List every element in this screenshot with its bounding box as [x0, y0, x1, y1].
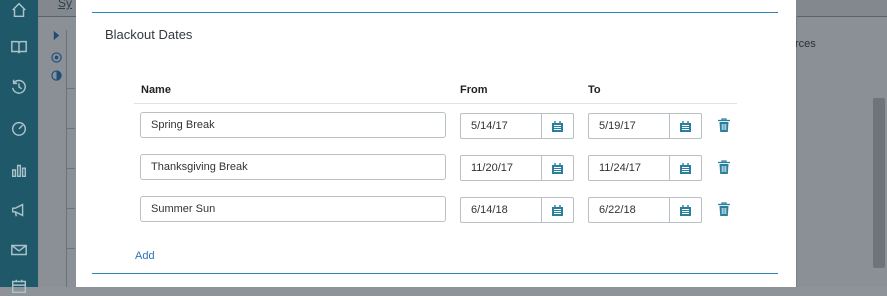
background-scrollbar[interactable] — [873, 98, 885, 268]
megaphone-icon[interactable] — [9, 200, 29, 220]
background-tab: Sy — [58, 0, 73, 10]
calendar-icon[interactable] — [541, 156, 573, 180]
calendar-icon[interactable] — [669, 198, 701, 222]
to-date-input[interactable] — [589, 114, 671, 138]
from-date-group — [460, 155, 574, 181]
blackout-row — [76, 112, 796, 140]
to-date-group — [588, 197, 702, 223]
column-header-to: To — [588, 84, 601, 96]
book-icon[interactable] — [9, 37, 29, 57]
contrast-icon — [50, 69, 62, 81]
section-title: Blackout Dates — [105, 27, 193, 42]
trash-icon[interactable] — [718, 160, 730, 174]
calendar-icon[interactable] — [541, 198, 573, 222]
from-date-input[interactable] — [461, 114, 543, 138]
calendar-icon[interactable] — [541, 114, 573, 138]
background-tree-tick — [67, 208, 75, 209]
home-icon[interactable] — [9, 0, 29, 20]
history-icon[interactable] — [9, 77, 29, 97]
bar-chart-icon[interactable] — [9, 160, 29, 180]
to-date-group — [588, 113, 702, 139]
blackout-row — [76, 154, 796, 182]
section-divider-bottom — [92, 273, 778, 274]
calendar-icon[interactable] — [9, 276, 29, 296]
left-nav-rail — [0, 0, 38, 294]
blackout-row — [76, 196, 796, 224]
blackout-dates-modal: Blackout Dates Name From To Spring Break… — [76, 0, 796, 287]
column-header-name: Name — [141, 84, 171, 96]
blackout-name-input[interactable] — [140, 196, 446, 222]
to-date-group — [588, 155, 702, 181]
background-tree-tick — [67, 168, 75, 169]
column-header-from: From — [460, 84, 488, 96]
calendar-icon[interactable] — [669, 114, 701, 138]
mail-icon[interactable] — [9, 240, 29, 260]
add-blackout-link[interactable]: Add — [135, 250, 155, 262]
from-date-input[interactable] — [461, 198, 543, 222]
background-tree-tick — [67, 248, 75, 249]
background-right-text: rces — [795, 38, 816, 50]
background-tree-tick — [67, 88, 75, 89]
header-divider — [134, 103, 737, 104]
section-divider-top — [92, 12, 778, 13]
calendar-icon[interactable] — [669, 156, 701, 180]
target-icon — [50, 51, 62, 63]
gauge-icon[interactable] — [9, 118, 29, 138]
to-date-input[interactable] — [589, 156, 671, 180]
blackout-name-input[interactable] — [140, 154, 446, 180]
from-date-group — [460, 113, 574, 139]
from-date-input[interactable] — [461, 156, 543, 180]
caret-right-icon — [50, 29, 62, 41]
blackout-name-input[interactable] — [140, 112, 446, 138]
to-date-input[interactable] — [589, 198, 671, 222]
background-tree-tick — [67, 128, 75, 129]
trash-icon[interactable] — [718, 202, 730, 216]
from-date-group — [460, 197, 574, 223]
trash-icon[interactable] — [718, 118, 730, 132]
